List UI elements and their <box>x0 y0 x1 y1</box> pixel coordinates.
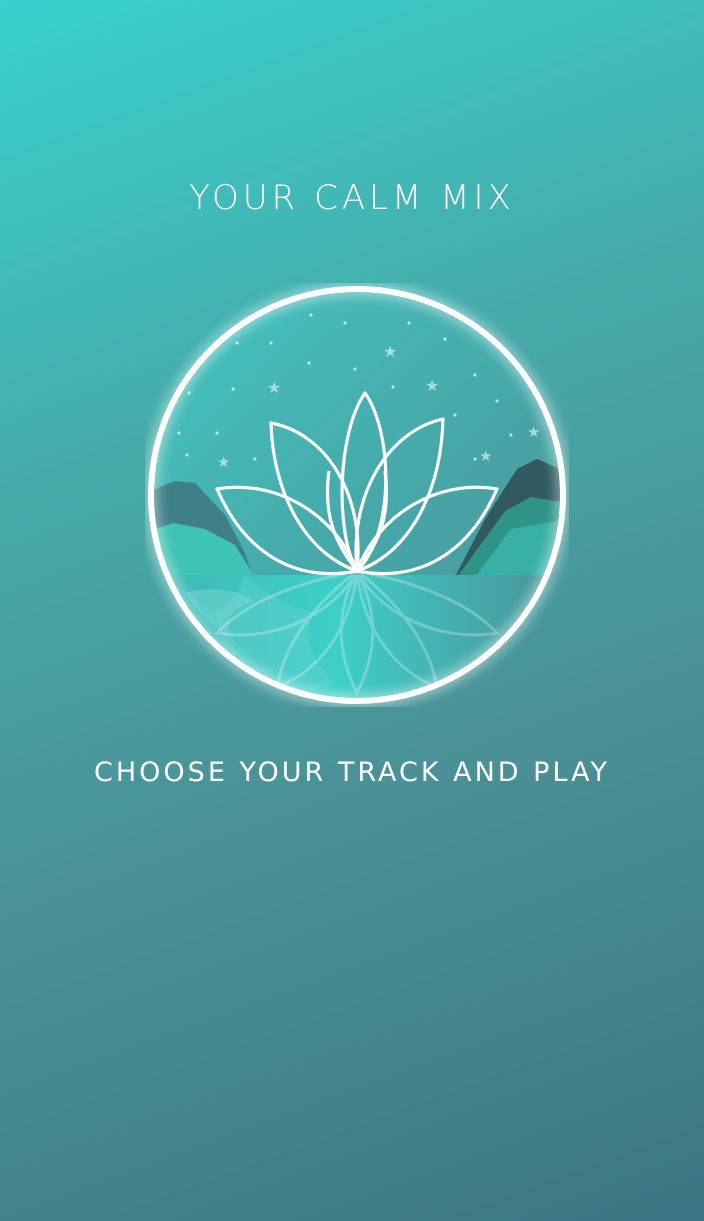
svg-text:★: ★ <box>425 376 439 395</box>
svg-text:★: ★ <box>527 423 540 441</box>
svg-text:★: ★ <box>267 378 281 397</box>
instruction-text: CHOOSE YOUR TRACK AND PLAY <box>94 757 610 788</box>
calm-mix-emblem[interactable]: ★ ★ ★ ★ ★ ★ ★ <box>145 283 569 707</box>
svg-text:★: ★ <box>383 342 397 361</box>
lotus-icon: ★ ★ ★ ★ ★ ★ ★ <box>145 283 569 707</box>
svg-text:★: ★ <box>479 447 492 465</box>
page-title: YOUR CALM MIX <box>189 178 515 218</box>
svg-text:★: ★ <box>217 453 230 471</box>
